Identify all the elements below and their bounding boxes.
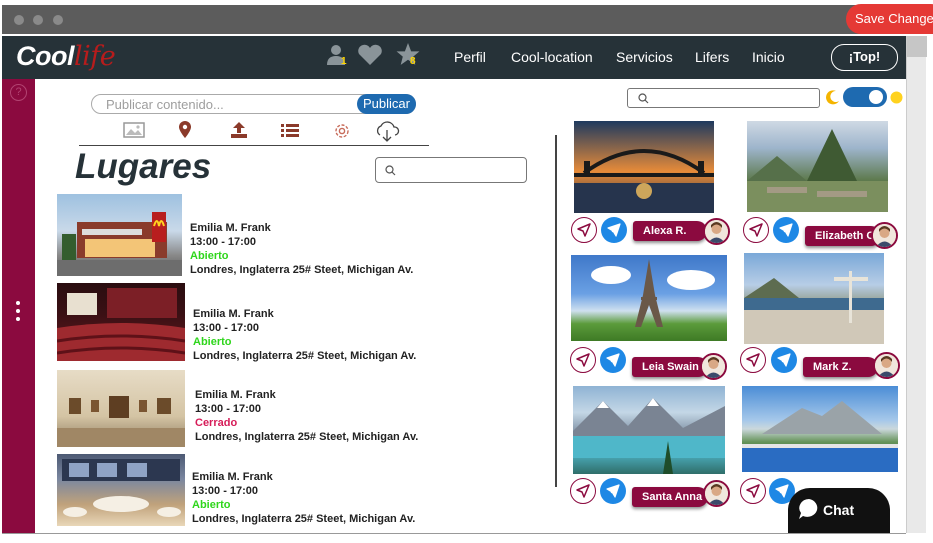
gallery-search-input[interactable] — [627, 88, 820, 108]
avatar[interactable] — [873, 352, 900, 379]
place-address: Londres, Inglaterra 25# Steet, Michigan … — [195, 431, 419, 443]
chat-bubble-icon — [799, 499, 818, 519]
avatar[interactable] — [700, 353, 727, 380]
top-button[interactable]: ¡Top! — [831, 44, 898, 71]
window-close-dot[interactable] — [14, 15, 24, 25]
place-status: Abierto — [193, 336, 232, 348]
gallery-image-machu-picchu[interactable] — [747, 121, 888, 212]
navigate-icon[interactable] — [740, 478, 766, 504]
places-title: Lugares — [75, 147, 212, 186]
nav-link-servicios[interactable]: Servicios — [616, 49, 673, 65]
place-info: Emilia M. Frank 13:00 - 17:00 Cerrado Lo… — [195, 388, 418, 444]
window-minimize-dot[interactable] — [33, 15, 43, 25]
image-icon[interactable] — [123, 121, 145, 139]
window-titlebar — [2, 5, 933, 34]
gallery-user-name[interactable]: Alexa R. — [633, 221, 707, 241]
gear-icon[interactable] — [332, 121, 354, 139]
star-icon[interactable] — [395, 42, 421, 72]
flight-icon[interactable] — [600, 478, 626, 504]
logo-life: life — [74, 41, 116, 72]
place-hours: 13:00 - 17:00 — [190, 236, 257, 248]
navigate-icon[interactable] — [743, 217, 769, 243]
place-address: Londres, Inglaterra 25# Steet, Michigan … — [193, 350, 417, 362]
chat-button[interactable]: Chat — [788, 488, 890, 533]
nav-link-inicio[interactable]: Inicio — [752, 49, 785, 65]
toolbar-divider — [79, 145, 429, 146]
scrollbar-thumb[interactable] — [907, 36, 927, 57]
gallery-image-mountain-pool[interactable] — [742, 386, 898, 472]
flight-icon[interactable] — [771, 347, 797, 373]
search-icon — [638, 93, 649, 104]
frame-bottom-border — [2, 533, 906, 534]
publish-button[interactable]: Publicar — [357, 94, 416, 114]
upload-icon[interactable] — [229, 121, 251, 139]
place-status: Abierto — [190, 250, 229, 262]
place-info: Emilia M. Frank 13:00 - 17:00 Abierto Lo… — [192, 470, 415, 526]
side-rail: ? — [2, 79, 35, 533]
place-image-gallery — [57, 370, 185, 447]
location-pin-icon[interactable] — [177, 121, 199, 139]
place-owner: Emilia M. Frank — [193, 308, 274, 320]
place-info: Emilia M. Frank 13:00 - 17:00 Abierto Lo… — [190, 221, 413, 277]
more-options-icon[interactable] — [16, 301, 21, 325]
place-status: Cerrado — [195, 417, 238, 429]
place-image-dining-room — [57, 454, 185, 526]
avatar[interactable] — [703, 218, 730, 245]
place-owner: Emilia M. Frank — [195, 389, 276, 401]
place-address: Londres, Inglaterra 25# Steet, Michigan … — [192, 513, 416, 525]
logo-cool: Cool — [16, 41, 75, 71]
nav-link-cool-location[interactable]: Cool-location — [511, 49, 593, 65]
places-search-input[interactable] — [375, 157, 527, 183]
nav-link-perfil[interactable]: Perfil — [454, 49, 486, 65]
flight-icon[interactable] — [773, 217, 799, 243]
place-owner: Emilia M. Frank — [190, 222, 271, 234]
navigate-icon[interactable] — [570, 478, 596, 504]
flight-icon[interactable] — [601, 217, 627, 243]
vertical-scrollbar[interactable] — [906, 36, 927, 533]
navigate-icon[interactable] — [571, 217, 597, 243]
theme-toggle[interactable] — [843, 87, 887, 107]
list-icon[interactable] — [280, 121, 302, 139]
place-image-restaurant — [57, 194, 182, 276]
window-maximize-dot[interactable] — [53, 15, 63, 25]
star-count-badge: 8 — [410, 56, 416, 67]
search-icon — [385, 165, 396, 176]
place-hours: 13:00 - 17:00 — [193, 322, 260, 334]
save-changes-button[interactable]: Save Changes — [846, 4, 933, 34]
favorites-heart-icon[interactable] — [357, 44, 383, 71]
place-hours: 13:00 - 17:00 — [195, 403, 262, 415]
gallery-user-name[interactable]: Leia Swain — [632, 357, 708, 377]
top-navbar: Coollife 1 8 Perfil Cool-location Servic… — [2, 36, 906, 79]
cloud-download-icon[interactable] — [373, 121, 400, 142]
place-info: Emilia M. Frank 13:00 - 17:00 Abierto Lo… — [193, 307, 416, 363]
nav-link-lifers[interactable]: Lifers — [695, 49, 729, 65]
avatar[interactable] — [703, 480, 730, 507]
gallery-image-mountain-lake[interactable] — [573, 386, 725, 474]
place-hours: 13:00 - 17:00 — [192, 485, 259, 497]
moon-icon — [825, 89, 841, 110]
chat-label: Chat — [823, 502, 855, 518]
help-icon[interactable]: ? — [10, 84, 27, 101]
navigate-icon[interactable] — [570, 347, 596, 373]
flight-icon[interactable] — [600, 347, 626, 373]
app-logo[interactable]: Coollife — [16, 41, 116, 72]
gallery-user-name[interactable]: Mark Z. — [803, 357, 878, 377]
column-divider — [555, 135, 557, 487]
navigate-icon[interactable] — [740, 347, 766, 373]
publish-content-input[interactable] — [106, 96, 356, 112]
friends-count-badge: 1 — [341, 56, 347, 67]
place-owner: Emilia M. Frank — [192, 471, 273, 483]
gallery-image-eiffel[interactable] — [571, 255, 727, 341]
toggle-knob — [869, 90, 883, 104]
place-address: Londres, Inglaterra 25# Steet, Michigan … — [190, 264, 414, 276]
gallery-image-sydney[interactable] — [574, 121, 714, 213]
gallery-image-rio[interactable] — [744, 253, 884, 344]
place-status: Abierto — [192, 499, 231, 511]
gallery-user-name[interactable]: Santa Anna — [632, 487, 708, 507]
place-image-cinema — [57, 283, 185, 361]
avatar[interactable] — [871, 222, 898, 249]
gallery-user-name[interactable]: Elizabeth O. — [805, 226, 881, 246]
sun-icon — [889, 90, 904, 110]
